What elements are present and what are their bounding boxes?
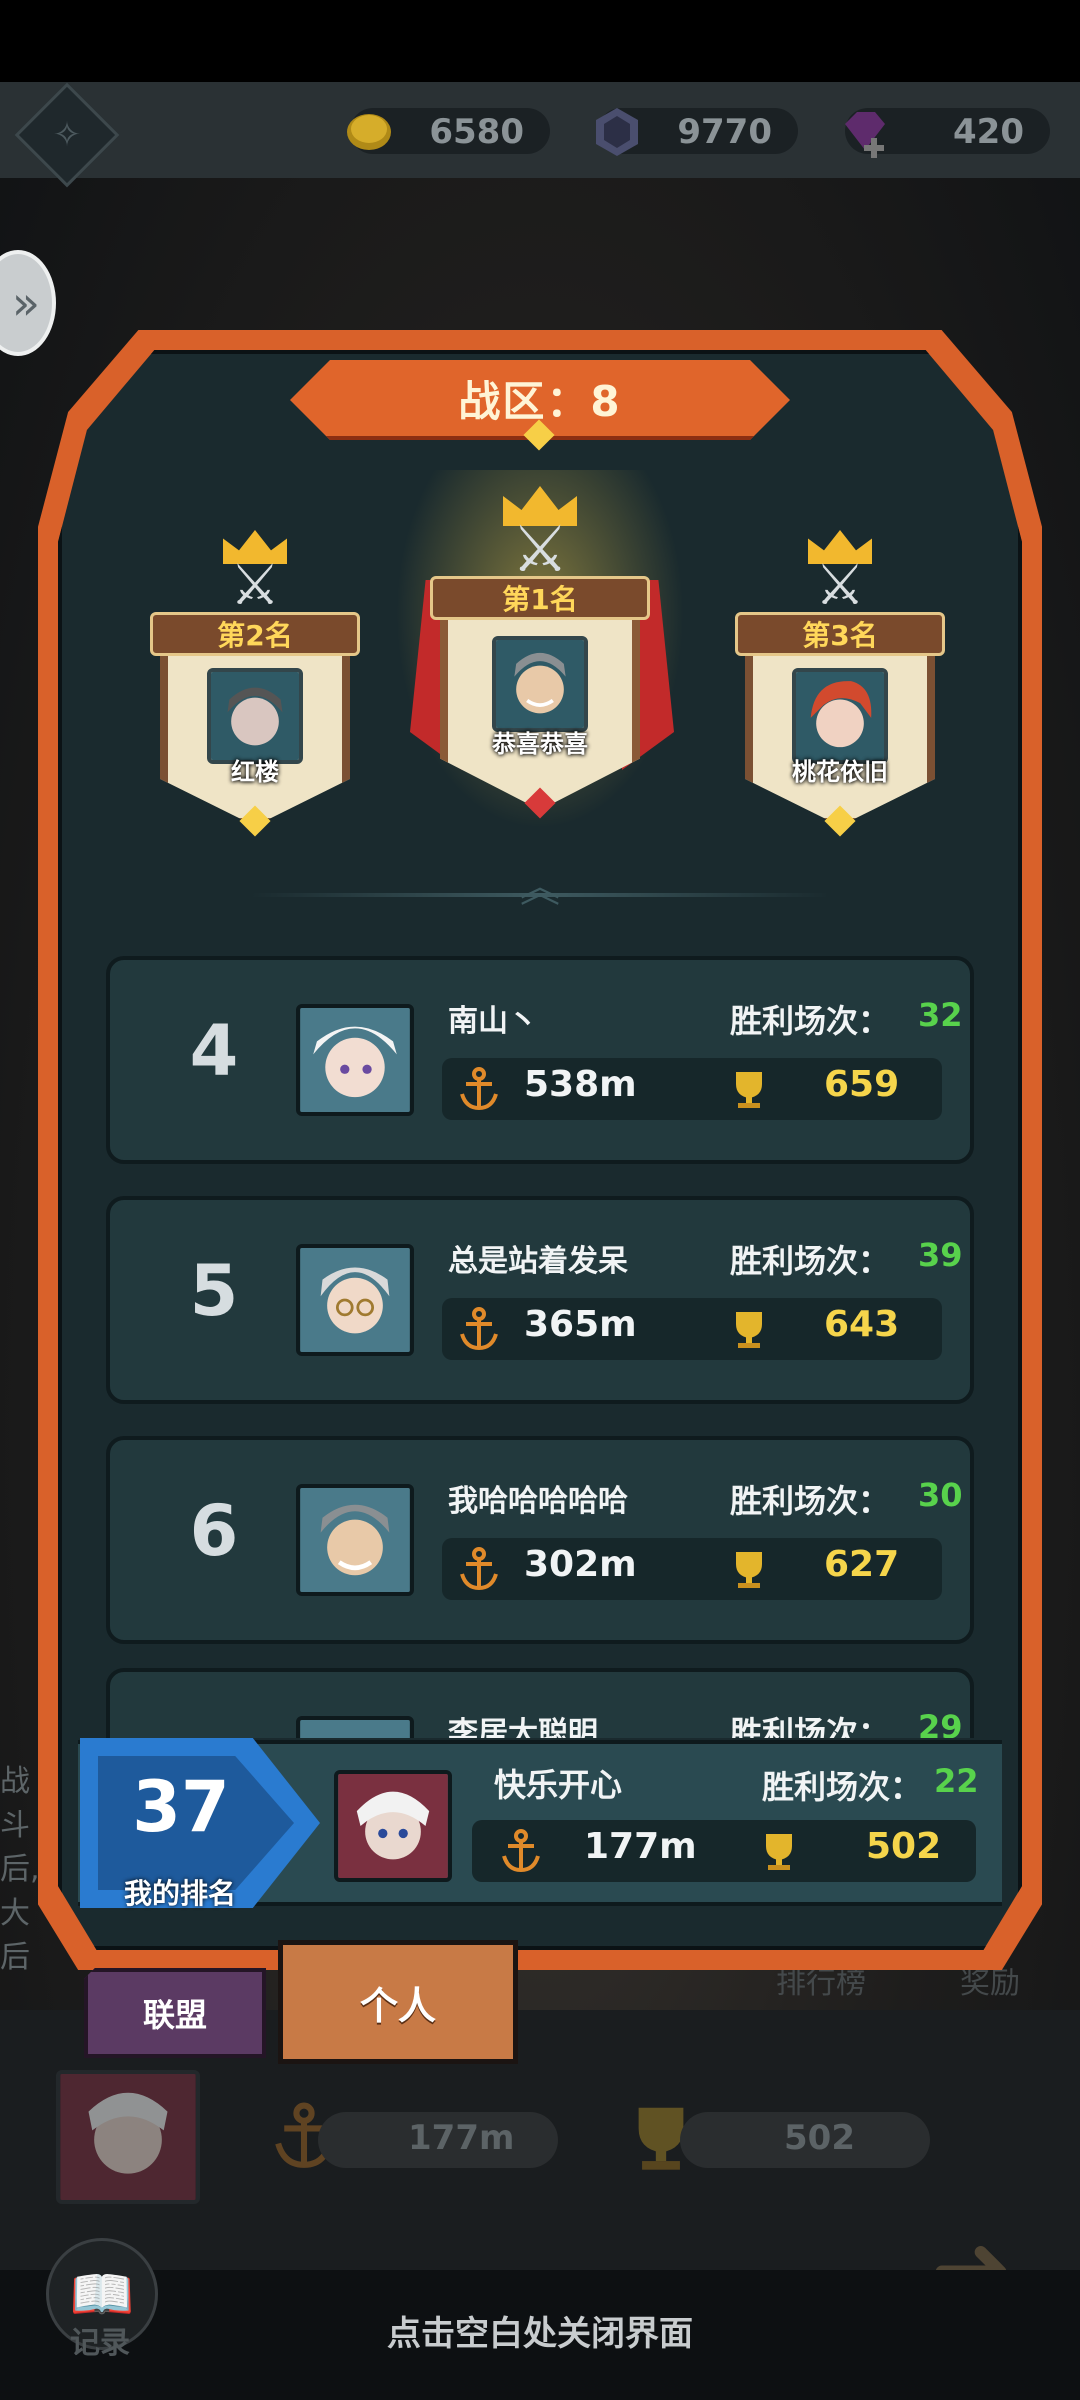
- gem-counter[interactable]: 420: [845, 108, 1050, 158]
- podium-second[interactable]: ⚔ 第2名 红楼: [140, 520, 370, 840]
- podium-rank-label: 第3名: [802, 619, 878, 652]
- tab-personal[interactable]: 个人: [278, 1940, 518, 2064]
- row-win-label: 胜利场次：: [730, 1714, 891, 1738]
- row-player-name: 李居大聪明: [448, 1716, 598, 1738]
- row-avatar: [296, 1244, 414, 1356]
- row-win-count: 32: [918, 996, 963, 1034]
- hud-score-value: 502: [784, 2118, 855, 2158]
- zone-label: 战区：8: [458, 376, 622, 426]
- double-chevron-icon: »: [11, 276, 40, 330]
- rank-ribbon: 第1名: [430, 576, 650, 620]
- podium-rank-label: 第1名: [502, 583, 578, 616]
- row-player-name: 总是站着发呆: [448, 1244, 628, 1279]
- my-score: 502: [866, 1826, 942, 1867]
- row-player-name: 南山丶: [448, 1004, 538, 1039]
- tab-alliance[interactable]: 联盟: [84, 1968, 266, 2058]
- podium-rank-label: 第2名: [217, 619, 293, 652]
- row-score: 643: [824, 1304, 900, 1345]
- row-win-count: 39: [918, 1236, 963, 1274]
- podium-avatar: [792, 668, 888, 764]
- tab-alliance-label: 联盟: [142, 1996, 207, 2034]
- cube-icon: [596, 108, 638, 156]
- podium-player-name: 桃花依旧: [792, 758, 888, 786]
- trophy-icon: [736, 1552, 762, 1588]
- status-bar: [0, 0, 1080, 82]
- cube-counter[interactable]: 9770: [596, 108, 798, 156]
- row-rank: 5: [189, 1250, 239, 1332]
- row-win-label: 胜利场次：: [730, 1242, 891, 1280]
- row-distance: 302m: [524, 1544, 637, 1585]
- my-player-name: 快乐开心: [494, 1766, 623, 1804]
- podium-player-name: 红楼: [231, 758, 279, 786]
- rank-ribbon: 第2名: [150, 612, 360, 656]
- gem-plus-icon: [845, 112, 885, 158]
- menu-icon: ✧: [52, 115, 82, 155]
- ranking-row[interactable]: 李居大聪明 胜利场次： 29: [106, 1668, 974, 1738]
- my-rank-number: 37: [132, 1766, 230, 1848]
- row-win-count: 29: [918, 1708, 963, 1738]
- row-rank: 6: [189, 1490, 239, 1572]
- podium-avatar: [207, 668, 303, 764]
- my-win-label: 胜利场次：: [762, 1768, 923, 1806]
- row-distance: 538m: [524, 1064, 637, 1105]
- trophy-icon: [736, 1072, 762, 1108]
- gold-counter[interactable]: 6580: [347, 108, 550, 154]
- row-avatar: [296, 1716, 414, 1738]
- my-rank-label: 我的排名: [123, 1877, 236, 1910]
- row-rank: 4: [189, 1010, 239, 1092]
- trophy-icon: [736, 1312, 762, 1348]
- rank-ribbon: 第3名: [735, 612, 945, 656]
- row-win-label: 胜利场次：: [730, 1482, 891, 1520]
- cube-value: 9770: [677, 112, 772, 152]
- hud-avatar: [56, 2070, 200, 2204]
- ranking-row[interactable]: 5 总是站着发呆 胜利场次： 39 365m 643: [106, 1196, 974, 1404]
- hud-distance-value: 177m: [408, 2118, 515, 2158]
- trophy-icon: [766, 1834, 792, 1870]
- anchor-icon: [460, 1547, 498, 1591]
- ranking-row-partial[interactable]: 李居大聪明 胜利场次： 29: [106, 1668, 974, 1738]
- tab-personal-label: 个人: [359, 1983, 436, 2028]
- anchor-icon: [460, 1067, 498, 1111]
- ranking-row[interactable]: 4 南山丶 胜利场次： 32 538m 659: [106, 956, 974, 1164]
- row-score: 627: [824, 1544, 900, 1585]
- row-avatar: [296, 1004, 414, 1116]
- ranking-row[interactable]: 6 我哈哈哈哈哈 胜利场次： 30 302m 627: [106, 1436, 974, 1644]
- my-distance: 177m: [584, 1826, 697, 1867]
- podium-third[interactable]: ⚔ 第3名 桃花依旧: [725, 520, 955, 840]
- divider-ornament-icon: ︽: [520, 865, 560, 911]
- crossed-swords-icon: ⚔: [511, 513, 569, 587]
- row-win-count: 30: [918, 1476, 963, 1514]
- my-win-count: 22: [934, 1762, 979, 1800]
- row-distance: 365m: [524, 1304, 637, 1345]
- podium-player-name: 恭喜恭喜: [492, 730, 588, 758]
- gold-coin-icon: [347, 114, 391, 150]
- row-score: 659: [824, 1064, 900, 1105]
- crossed-swords-icon: ⚔: [814, 553, 866, 618]
- close-hint[interactable]: 点击空白处关闭界面: [0, 2306, 1080, 2355]
- podium-avatar: [492, 636, 588, 732]
- background-hint-text: 战斗后,大后: [0, 1764, 40, 1975]
- row-avatar: [296, 1484, 414, 1596]
- row-player-name: 我哈哈哈哈哈: [448, 1484, 628, 1519]
- my-avatar: [334, 1770, 452, 1882]
- row-win-label: 胜利场次：: [730, 1002, 891, 1040]
- anchor-icon: [460, 1307, 498, 1351]
- podium-first[interactable]: ⚔ 第1名 恭喜恭喜: [420, 480, 660, 830]
- anchor-icon: [502, 1829, 540, 1873]
- crossed-swords-icon: ⚔: [229, 553, 281, 618]
- gold-value: 6580: [429, 112, 524, 152]
- gem-value: 420: [953, 112, 1024, 152]
